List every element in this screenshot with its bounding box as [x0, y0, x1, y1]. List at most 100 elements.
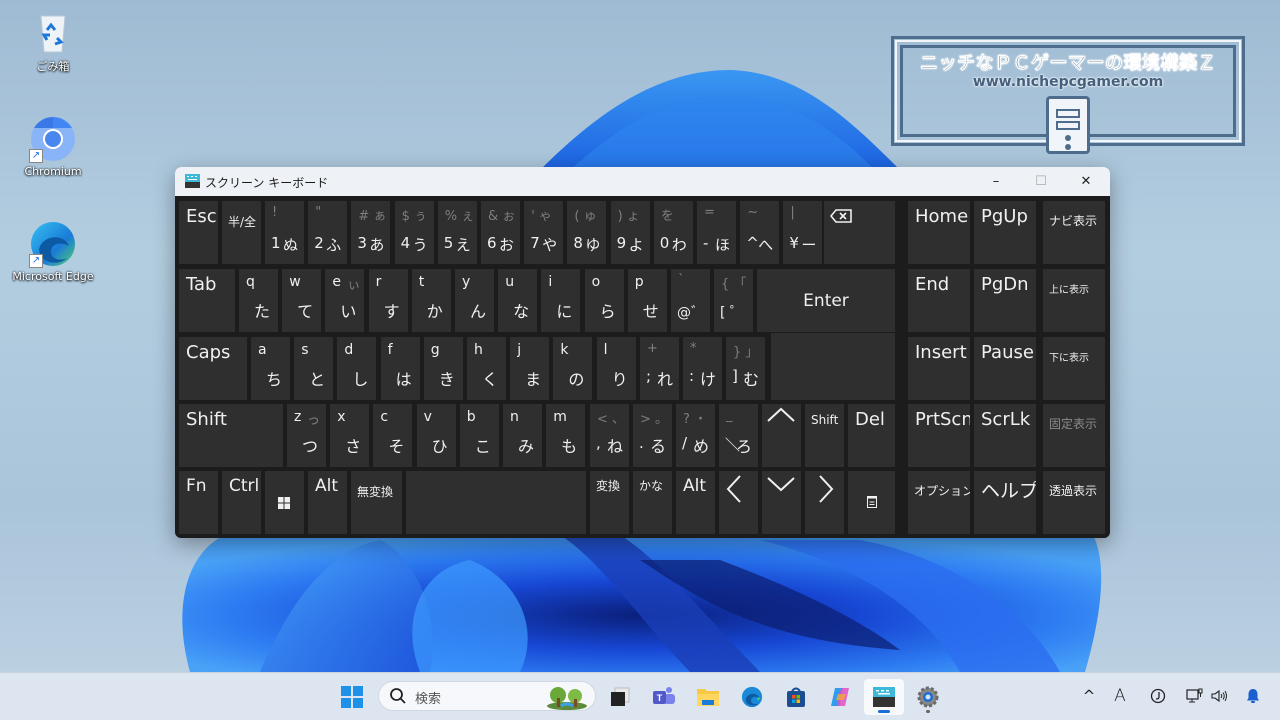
taskbar-edge[interactable]: [732, 679, 772, 715]
key-p[interactable]: pせ: [627, 269, 667, 332]
key-henkan[interactable]: 変換: [590, 471, 629, 534]
taskbar-search-box[interactable]: 検索: [378, 681, 596, 711]
ime-status-button[interactable]: [1146, 672, 1170, 720]
key-colon[interactable]: *: け: [683, 337, 722, 400]
key-t[interactable]: tか: [411, 269, 451, 332]
key-fn[interactable]: Fn: [179, 471, 218, 534]
key-row1-5[interactable]: & ぉ 6お: [481, 201, 520, 264]
key-enter[interactable]: Enter: [757, 269, 895, 332]
key-backslash[interactable]: _ ＼ ろ: [719, 404, 758, 467]
key-end[interactable]: End: [908, 269, 970, 332]
desktop-icon-edge[interactable]: ↗ Microsoft Edge: [8, 220, 98, 283]
taskbar-copilot[interactable]: [820, 679, 860, 715]
notifications-button[interactable]: [1242, 672, 1264, 720]
key-pin-display[interactable]: 固定表示: [1043, 404, 1105, 467]
key-m[interactable]: mも: [546, 404, 586, 467]
key-q[interactable]: qた: [239, 269, 278, 332]
key-row1-8[interactable]: ) ょ 9よ: [610, 201, 650, 264]
key-c[interactable]: cそ: [373, 404, 413, 467]
key-u[interactable]: uな: [498, 269, 538, 332]
key-row1-12[interactable]: | ¥ ー: [783, 201, 823, 264]
key-row1-2[interactable]: # ぁ 3あ: [351, 201, 391, 264]
key-right-alt[interactable]: Alt: [676, 471, 715, 534]
taskbar-settings[interactable]: [908, 679, 948, 715]
key-left-arrow[interactable]: [719, 471, 758, 534]
key-semicolon[interactable]: +; れ: [640, 337, 679, 400]
key-left-shift[interactable]: Shift: [179, 404, 283, 467]
minimize-button[interactable]: –: [973, 167, 1019, 196]
taskbar-task-view[interactable]: [600, 679, 640, 715]
title-bar[interactable]: スクリーン キーボード – ☐ ✕: [175, 167, 1110, 196]
volume-button[interactable]: [1208, 672, 1230, 720]
key-オプション[interactable]: オプション: [908, 471, 970, 534]
key-a[interactable]: aち: [251, 337, 290, 400]
network-status-button[interactable]: [1184, 672, 1206, 720]
key-left-bracket[interactable]: { 「 [ ゜: [714, 269, 753, 332]
key-row1-11[interactable]: ~ ^ へ: [740, 201, 780, 264]
key-row1-0[interactable]: ! 1 ぬ: [265, 201, 304, 264]
key-rbracket[interactable]: } 」] む: [726, 337, 765, 400]
key-muhenkan[interactable]: 無変換: [351, 471, 402, 534]
key-d[interactable]: dし: [337, 337, 377, 400]
key-comma[interactable]: < 、, ね: [590, 404, 629, 467]
key-g[interactable]: gき: [423, 337, 463, 400]
key-o[interactable]: oら: [584, 269, 624, 332]
taskbar-file-explorer[interactable]: [688, 679, 728, 715]
key-show-below[interactable]: 下に表示: [1043, 337, 1105, 400]
key-right-arrow[interactable]: [805, 471, 844, 534]
key-v[interactable]: vひ: [416, 404, 456, 467]
desktop-icon-chromium[interactable]: ↗ Chromium: [8, 115, 98, 178]
key-row1-9[interactable]: を 0わ: [653, 201, 693, 264]
key-tab[interactable]: Tab: [179, 269, 235, 332]
key-context-menu[interactable]: [848, 471, 895, 534]
key-r[interactable]: rす: [368, 269, 408, 332]
key-x[interactable]: xさ: [330, 404, 370, 467]
taskbar-store[interactable]: [776, 679, 816, 715]
key-at[interactable]: ` @゛: [671, 269, 710, 332]
start-button[interactable]: [332, 679, 372, 715]
key-w[interactable]: wて: [282, 269, 322, 332]
key-navi-display[interactable]: ナビ表示: [1043, 201, 1105, 264]
key-row1-1[interactable]: " 2 ふ: [308, 201, 348, 264]
key-show-above[interactable]: 上に表示: [1043, 269, 1105, 332]
desktop-icon-recycle-bin[interactable]: ごみ箱: [8, 8, 98, 74]
key-n[interactable]: nみ: [503, 404, 542, 467]
key-pgup[interactable]: PgUp: [974, 201, 1036, 264]
key-ヘルプ[interactable]: ヘルプ: [974, 471, 1036, 534]
key-i[interactable]: iに: [541, 269, 581, 332]
key-l[interactable]: lり: [596, 337, 636, 400]
key-b[interactable]: bこ: [459, 404, 499, 467]
close-button[interactable]: ✕: [1063, 167, 1109, 196]
key-pause[interactable]: Pause: [974, 337, 1036, 400]
key-f[interactable]: fは: [380, 337, 420, 400]
taskbar-on-screen-keyboard[interactable]: [864, 679, 904, 715]
key-z[interactable]: zつっ: [287, 404, 326, 467]
key-row1-7[interactable]: ( ゅ 8ゆ: [567, 201, 607, 264]
key-home[interactable]: Home: [908, 201, 970, 264]
key-prtscn[interactable]: PrtScn: [908, 404, 970, 467]
key-e[interactable]: eいぃ: [325, 269, 365, 332]
key-kana[interactable]: かな: [633, 471, 672, 534]
key-esc[interactable]: Esc: [179, 201, 218, 264]
key-scrlk[interactable]: ScrLk: [974, 404, 1036, 467]
key-h[interactable]: hく: [467, 337, 506, 400]
key-transparency[interactable]: 透過表示: [1043, 471, 1105, 534]
key-j[interactable]: jま: [510, 337, 550, 400]
key-backspace[interactable]: [824, 201, 895, 264]
key-pgdn[interactable]: PgDn: [974, 269, 1036, 332]
key-row1-10[interactable]: = - ほ: [697, 201, 736, 264]
maximize-button[interactable]: ☐: [1018, 167, 1064, 196]
key-hankaku-zenkaku[interactable]: 半/全: [222, 201, 261, 264]
ime-mode-indicator[interactable]: A: [1108, 672, 1132, 720]
key-alt[interactable]: Alt: [308, 471, 347, 534]
key-row1-6[interactable]: ' ゃ 7や: [524, 201, 564, 264]
key-row1-4[interactable]: % ぇ 5え: [437, 201, 477, 264]
key-row1-3[interactable]: $ ぅ 4う: [394, 201, 434, 264]
key-s[interactable]: sと: [294, 337, 334, 400]
key-delete[interactable]: Del: [848, 404, 895, 467]
key-down-arrow[interactable]: [762, 471, 801, 534]
key-right-shift[interactable]: Shift: [805, 404, 844, 467]
key-windows[interactable]: [265, 471, 304, 534]
show-hidden-icons-button[interactable]: ^: [1078, 672, 1100, 720]
key-insert[interactable]: Insert: [908, 337, 970, 400]
